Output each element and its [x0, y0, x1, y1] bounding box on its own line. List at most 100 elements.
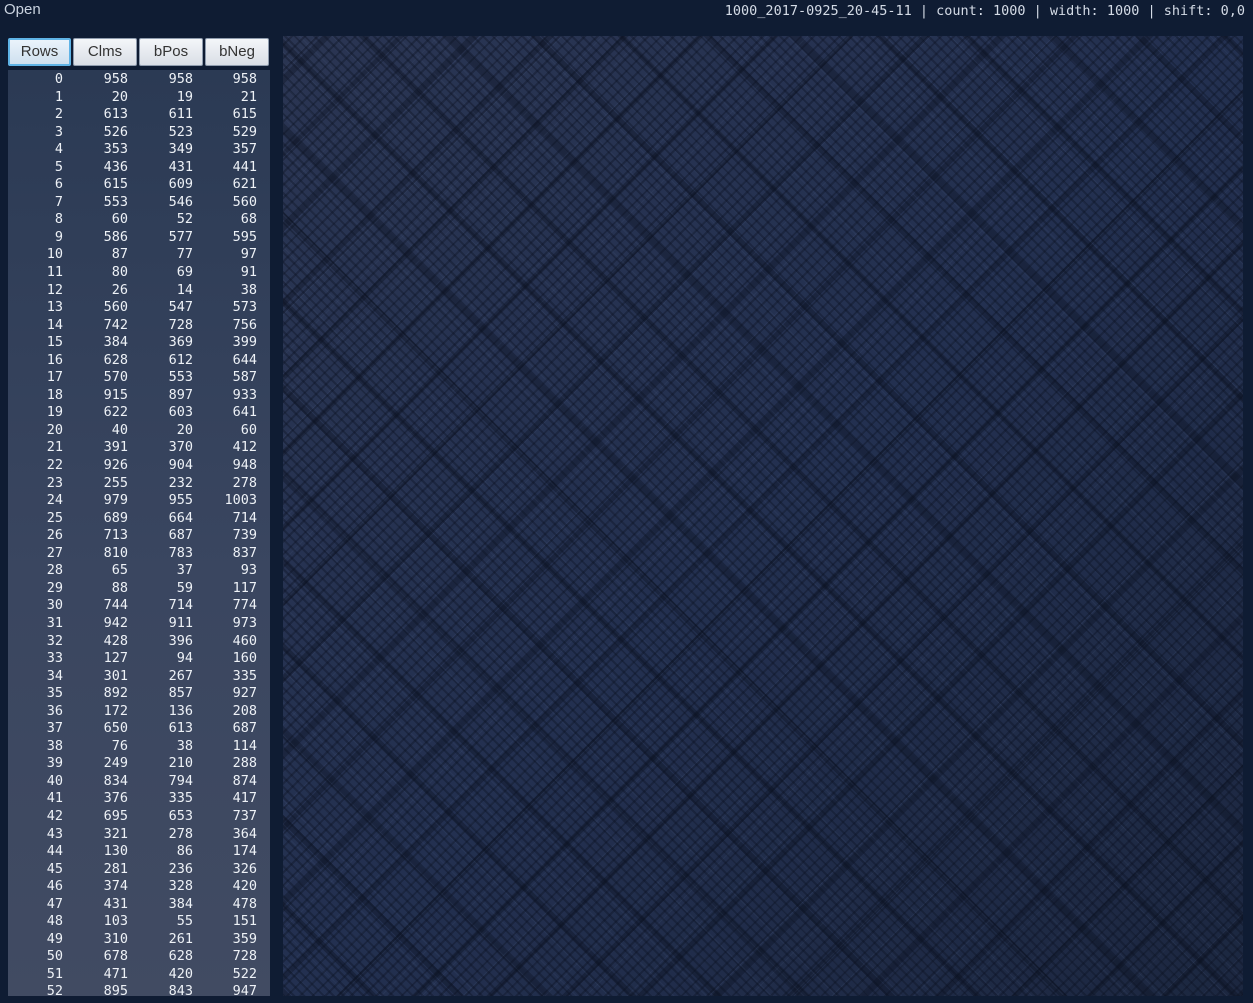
table-row[interactable]: 28 65 37 93 [8, 562, 270, 580]
row-value: 713 [103, 527, 128, 544]
table-row[interactable]: 21 391 370 412 [8, 439, 270, 457]
table-row[interactable]: 38 76 38 114 [8, 738, 270, 756]
table-row[interactable]: 30 744 714 774 [8, 597, 270, 615]
matrix-canvas[interactable] [283, 36, 1243, 996]
bpos-value: 653 [168, 807, 193, 824]
row-value: 689 [103, 509, 128, 526]
row-index: 6 [54, 176, 63, 193]
table-row[interactable]: 2 613 611 615 [8, 106, 270, 124]
status-shift: shift: 0,0 [1163, 3, 1245, 19]
table-row[interactable]: 23 255 232 278 [8, 475, 270, 493]
table-row[interactable]: 29 88 59 117 [8, 580, 270, 598]
row-index: 51 [46, 965, 63, 982]
bneg-value: 587 [232, 369, 257, 386]
table-row[interactable]: 36 172 136 208 [8, 703, 270, 721]
row-value: 958 [103, 71, 128, 87]
row-value: 810 [103, 544, 128, 561]
table-row[interactable]: 39 249 210 288 [8, 755, 270, 773]
bpos-value: 52 [176, 211, 193, 228]
row-value: 613 [103, 106, 128, 123]
data-table[interactable]: 0 958 958 958 1 20 19 21 2 613 611 615 3 526 523 529 4 35… [8, 70, 270, 996]
tab-rows[interactable]: Rows [8, 38, 71, 66]
bneg-value: 326 [232, 860, 257, 877]
table-row[interactable]: 18 915 897 933 [8, 387, 270, 405]
tab-clms[interactable]: Clms [73, 38, 137, 66]
table-row[interactable]: 45 281 236 326 [8, 861, 270, 879]
bpos-value: 613 [168, 720, 193, 737]
table-row[interactable]: 17 570 553 587 [8, 369, 270, 387]
table-row[interactable]: 40 834 794 874 [8, 773, 270, 791]
row-value: 130 [103, 843, 128, 860]
table-row[interactable]: 19 622 603 641 [8, 404, 270, 422]
bneg-value: 756 [232, 316, 257, 333]
table-row[interactable]: 52 895 843 947 [8, 983, 270, 996]
table-row[interactable]: 32 428 396 460 [8, 633, 270, 651]
bpos-value: 609 [168, 176, 193, 193]
tab-bpos[interactable]: bPos [139, 38, 203, 66]
table-row[interactable]: 47 431 384 478 [8, 896, 270, 914]
table-row[interactable]: 4 353 349 357 [8, 141, 270, 159]
row-value: 526 [103, 123, 128, 140]
table-row[interactable]: 9 586 577 595 [8, 229, 270, 247]
bpos-value: 897 [168, 386, 193, 403]
table-row[interactable]: 0 958 958 958 [8, 71, 270, 89]
table-row[interactable]: 13 560 547 573 [8, 299, 270, 317]
table-row[interactable]: 27 810 783 837 [8, 545, 270, 563]
table-row[interactable]: 48 103 55 151 [8, 913, 270, 931]
table-row[interactable]: 43 321 278 364 [8, 826, 270, 844]
table-row[interactable]: 5 436 431 441 [8, 159, 270, 177]
table-row[interactable]: 46 374 328 420 [8, 878, 270, 896]
row-index: 15 [46, 334, 63, 351]
table-row[interactable]: 44 130 86 174 [8, 843, 270, 861]
table-row[interactable]: 42 695 653 737 [8, 808, 270, 826]
open-button[interactable]: Open [4, 1, 41, 18]
bneg-value: 97 [240, 246, 257, 263]
table-row[interactable]: 20 40 20 60 [8, 422, 270, 440]
table-row[interactable]: 14 742 728 756 [8, 317, 270, 335]
row-index: 40 [46, 772, 63, 789]
table-row[interactable]: 37 650 613 687 [8, 720, 270, 738]
table-row[interactable]: 16 628 612 644 [8, 352, 270, 370]
row-index: 8 [54, 211, 63, 228]
table-row[interactable]: 25 689 664 714 [8, 510, 270, 528]
table-row[interactable]: 11 80 69 91 [8, 264, 270, 282]
bneg-value: 68 [240, 211, 257, 228]
table-row[interactable]: 7 553 546 560 [8, 194, 270, 212]
bpos-value: 687 [168, 527, 193, 544]
row-value: 374 [103, 878, 128, 895]
bpos-value: 94 [176, 650, 193, 667]
bpos-value: 546 [168, 193, 193, 210]
row-index: 25 [46, 509, 63, 526]
table-row[interactable]: 8 60 52 68 [8, 211, 270, 229]
table-row[interactable]: 15 384 369 399 [8, 334, 270, 352]
bneg-value: 117 [232, 579, 257, 596]
table-row[interactable]: 35 892 857 927 [8, 685, 270, 703]
bpos-value: 420 [168, 965, 193, 982]
bpos-value: 37 [176, 562, 193, 579]
row-index: 2 [54, 106, 63, 123]
bneg-value: 522 [232, 965, 257, 982]
table-row[interactable]: 22 926 904 948 [8, 457, 270, 475]
table-row[interactable]: 1 20 19 21 [8, 89, 270, 107]
bpos-value: 278 [168, 825, 193, 842]
bneg-value: 478 [232, 895, 257, 912]
table-row[interactable]: 10 87 77 97 [8, 246, 270, 264]
table-row[interactable]: 3 526 523 529 [8, 124, 270, 142]
table-row[interactable]: 34 301 267 335 [8, 668, 270, 686]
tab-bneg[interactable]: bNeg [205, 38, 269, 66]
table-row[interactable]: 26 713 687 739 [8, 527, 270, 545]
table-row[interactable]: 31 942 911 973 [8, 615, 270, 633]
bneg-value: 21 [240, 88, 257, 105]
table-row[interactable]: 51 471 420 522 [8, 966, 270, 984]
table-row[interactable]: 33 127 94 160 [8, 650, 270, 668]
table-row[interactable]: 50 678 628 728 [8, 948, 270, 966]
table-row[interactable]: 24 979 955 1003 [8, 492, 270, 510]
row-index: 34 [46, 667, 63, 684]
table-row[interactable]: 6 615 609 621 [8, 176, 270, 194]
row-value: 744 [103, 597, 128, 614]
table-row[interactable]: 12 26 14 38 [8, 282, 270, 300]
table-row[interactable]: 41 376 335 417 [8, 790, 270, 808]
row-value: 88 [111, 579, 128, 596]
bpos-value: 958 [168, 71, 193, 87]
table-row[interactable]: 49 310 261 359 [8, 931, 270, 949]
